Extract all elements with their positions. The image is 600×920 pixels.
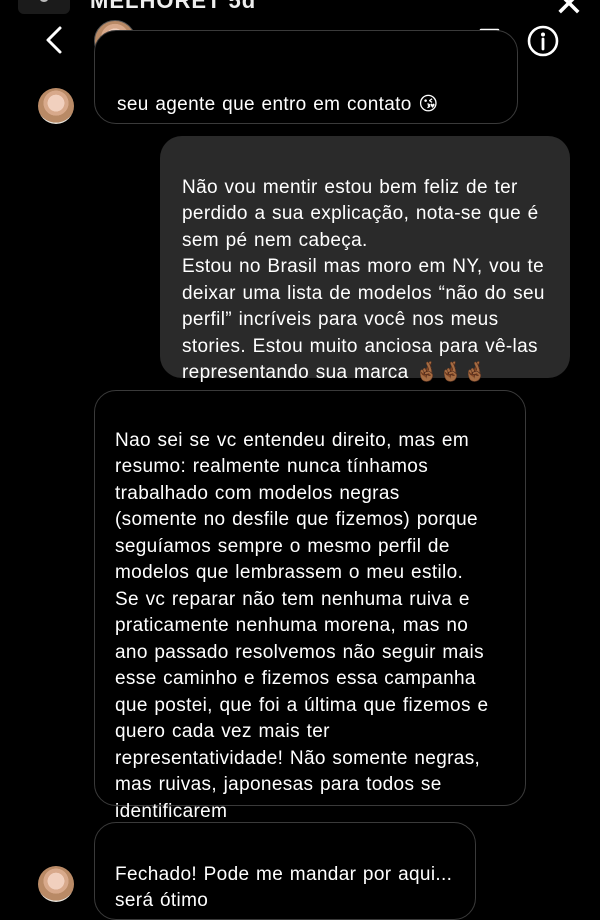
info-icon[interactable] [526, 24, 560, 58]
message-bubble-sent[interactable]: Não vou mentir estou bem feliz de ter pe… [160, 136, 570, 383]
avatar[interactable] [38, 866, 74, 902]
story-title: MELHORET 5d [90, 0, 257, 13]
message-text: Não vou mentir estou bem feliz de ter pe… [182, 176, 545, 384]
message-bubble-received[interactable]: Nao sei se vc entendeu direito, mas em r… [94, 390, 526, 822]
story-thumbnail[interactable] [18, 0, 70, 14]
back-arrow-icon[interactable] [40, 22, 72, 58]
message-text: Nao sei se vc entendeu direito, mas em r… [115, 429, 489, 822]
message-text: Fechado! Pode me mandar por aqui... será… [115, 863, 453, 912]
avatar[interactable] [38, 88, 74, 124]
message-text: seu agente que entro em contato 😘 [117, 93, 439, 115]
message-bubble-received[interactable]: seu agente que entro em contato 😘 [94, 30, 518, 124]
message-bubble-received[interactable]: Fechado! Pode me mandar por aqui... será… [94, 822, 476, 920]
